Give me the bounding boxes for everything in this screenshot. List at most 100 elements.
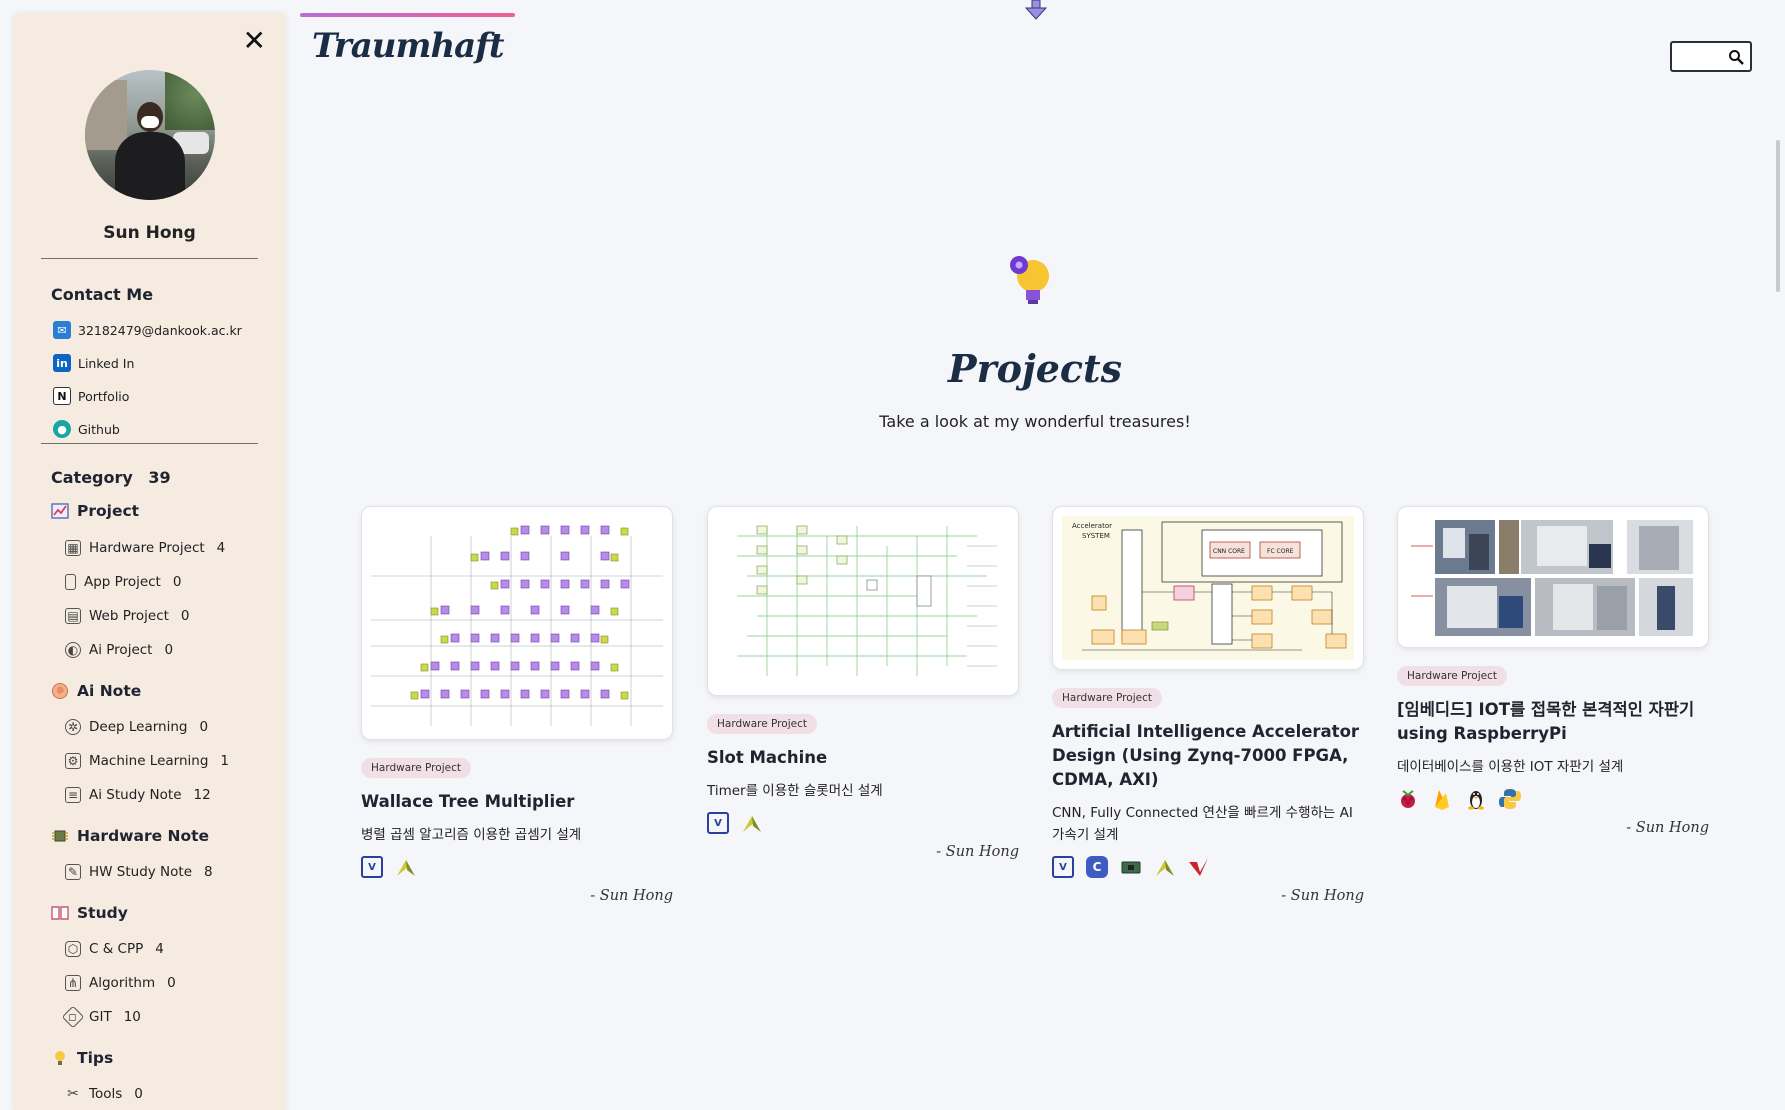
sidebar-item-count: 4 bbox=[155, 941, 164, 957]
sidebar-item-label: Algorithm bbox=[89, 975, 156, 991]
category-group-label: Ai Note bbox=[77, 682, 142, 700]
robot-icon: ⚙ bbox=[65, 753, 81, 769]
cpp-icon: ⬡ bbox=[65, 941, 81, 957]
sidebar-item-count: 12 bbox=[193, 787, 211, 803]
category-badge[interactable]: Hardware Project bbox=[1397, 666, 1507, 686]
category-group-label: Project bbox=[77, 502, 140, 520]
brain-outline-icon: ✲ bbox=[65, 719, 81, 735]
sidebar-item-algorithm[interactable]: ⋔ Algorithm 0 bbox=[65, 975, 176, 991]
reading-progress-bar bbox=[300, 13, 515, 17]
chart-icon bbox=[51, 502, 69, 520]
project-thumbnail[interactable] bbox=[1397, 506, 1709, 648]
sidebar-item-count: 0 bbox=[134, 1086, 143, 1102]
tech-stack: V bbox=[361, 856, 673, 878]
sidebar-item-web-project[interactable]: ▤ Web Project 0 bbox=[65, 608, 190, 624]
category-group-study[interactable]: Study bbox=[51, 904, 128, 922]
project-title[interactable]: [임베디드] IOT를 접목한 본격적인 자판기 using Raspberry… bbox=[1397, 698, 1709, 746]
vitis-icon bbox=[1188, 856, 1210, 878]
site-logo[interactable]: Traumhaft bbox=[312, 26, 505, 66]
author: - Sun Hong bbox=[936, 844, 1019, 860]
category-badge[interactable]: Hardware Project bbox=[361, 758, 471, 778]
sidebar-item-hw-study-note[interactable]: ✎ HW Study Note 8 bbox=[65, 864, 213, 880]
tools-icon: ✂ bbox=[67, 1086, 79, 1102]
category-group-ai-note[interactable]: Ai Note bbox=[51, 682, 141, 700]
project-thumbnail[interactable] bbox=[361, 506, 673, 740]
sidebar-item-count: 0 bbox=[199, 719, 209, 735]
lightbulb-icon bbox=[51, 1049, 69, 1067]
mail-icon: ✉ bbox=[53, 321, 71, 339]
sidebar-item-label: GIT bbox=[89, 1009, 112, 1025]
project-title[interactable]: Artificial Intelligence Accelerator Desi… bbox=[1052, 720, 1364, 792]
sidebar-item-git[interactable]: ◇ GIT 10 bbox=[61, 1005, 141, 1029]
page-subtitle: Take a look at my wonderful treasures! bbox=[879, 412, 1191, 431]
category-group-label: Study bbox=[77, 904, 128, 922]
scrollbar[interactable] bbox=[1776, 140, 1780, 292]
verilog-icon: V bbox=[361, 856, 383, 878]
sidebar-item-count: 8 bbox=[204, 864, 213, 880]
vivado-icon bbox=[741, 812, 763, 834]
project-card: Hardware Project [임베디드] IOT를 접목한 본격적인 자판… bbox=[1397, 506, 1709, 836]
project-thumbnail[interactable] bbox=[707, 506, 1019, 696]
web-icon: ▤ bbox=[65, 608, 81, 624]
c-icon: C bbox=[1086, 856, 1108, 878]
phone-icon bbox=[65, 574, 76, 590]
sidebar-item-ai-project[interactable]: ◐ Ai Project 0 bbox=[65, 642, 173, 658]
category-badge[interactable]: Hardware Project bbox=[707, 714, 817, 734]
edit-note-icon: ✎ bbox=[65, 864, 81, 880]
contact-email[interactable]: ✉ 32182479@dankook.ac.kr bbox=[53, 321, 242, 339]
tech-stack: V bbox=[707, 812, 1019, 834]
sidebar: ✕ Sun Hong Contact Me ✉ 32182479@dankook… bbox=[13, 13, 286, 1110]
tech-stack bbox=[1397, 788, 1709, 810]
sidebar-item-app-project[interactable]: App Project 0 bbox=[65, 574, 181, 590]
hardware-icon: ▦ bbox=[65, 540, 81, 556]
verilog-icon: V bbox=[707, 812, 729, 834]
sidebar-item-deep-learning[interactable]: ✲ Deep Learning 0 bbox=[65, 719, 208, 735]
sidebar-item-label: Web Project bbox=[89, 608, 169, 624]
sidebar-item-count: 0 bbox=[180, 608, 190, 624]
category-title: Category 39 bbox=[51, 468, 171, 487]
vivado-icon bbox=[395, 856, 417, 878]
contact-email-label: 32182479@dankook.ac.kr bbox=[78, 322, 242, 338]
page-title: Projects bbox=[948, 346, 1122, 391]
raspberrypi-icon bbox=[1397, 788, 1419, 810]
sidebar-item-tools[interactable]: ✂ Tools 0 bbox=[65, 1086, 143, 1102]
sidebar-item-count: 10 bbox=[123, 1009, 141, 1025]
close-icon[interactable]: ✕ bbox=[243, 27, 266, 55]
category-group-hardware-note[interactable]: Hardware Note bbox=[51, 827, 209, 845]
sidebar-item-label: C & CPP bbox=[89, 941, 144, 957]
python-icon bbox=[1499, 788, 1521, 810]
svg-text:CNN CORE: CNN CORE bbox=[1213, 548, 1245, 555]
sidebar-item-hardware-project[interactable]: ▦ Hardware Project 4 bbox=[65, 540, 225, 556]
author: - Sun Hong bbox=[590, 888, 673, 904]
project-description: CNN, Fully Connected 연산을 빠르게 수행하는 AI 가속기… bbox=[1052, 805, 1353, 843]
tech-stack: V C bbox=[1052, 856, 1364, 878]
sidebar-item-label: HW Study Note bbox=[89, 864, 193, 880]
svg-text:Accelerator: Accelerator bbox=[1072, 522, 1112, 530]
sidebar-item-count: 1 bbox=[220, 753, 230, 769]
category-group-project[interactable]: Project bbox=[51, 502, 139, 520]
project-description: 병렬 곱셈 알고리즘 이용한 곱셈기 설계 bbox=[361, 827, 582, 843]
project-thumbnail[interactable]: Accelerator SYSTEM CNN CORE FC CORE bbox=[1052, 506, 1364, 670]
search-box[interactable] bbox=[1670, 41, 1752, 72]
project-title[interactable]: Wallace Tree Multiplier bbox=[361, 790, 673, 814]
category-group-tips[interactable]: Tips bbox=[51, 1049, 113, 1067]
search-icon[interactable] bbox=[1728, 49, 1744, 65]
project-description: Timer를 이용한 슬롯머신 설계 bbox=[707, 783, 883, 799]
note-icon: ≡ bbox=[65, 787, 81, 803]
divider bbox=[41, 258, 258, 259]
sidebar-item-count: 4 bbox=[216, 540, 226, 556]
category-badge[interactable]: Hardware Project bbox=[1052, 688, 1162, 708]
profile-name: Sun Hong bbox=[103, 223, 196, 243]
ai-head-icon: ◐ bbox=[65, 642, 81, 658]
sidebar-item-c-cpp[interactable]: ⬡ C & CPP 4 bbox=[65, 941, 164, 957]
arrow-down-icon[interactable] bbox=[1025, 0, 1047, 20]
sidebar-item-label: Ai Study Note bbox=[89, 787, 182, 803]
firebase-icon bbox=[1431, 788, 1453, 810]
sidebar-item-ai-study-note[interactable]: ≡ Ai Study Note 12 bbox=[65, 787, 211, 803]
avatar bbox=[85, 70, 215, 200]
sidebar-item-machine-learning[interactable]: ⚙ Machine Learning 1 bbox=[65, 753, 229, 769]
project-title[interactable]: Slot Machine bbox=[707, 746, 1019, 770]
verilog-icon: V bbox=[1052, 856, 1074, 878]
category-title-label: Category bbox=[51, 468, 133, 487]
sidebar-item-label: Tools bbox=[89, 1086, 123, 1102]
